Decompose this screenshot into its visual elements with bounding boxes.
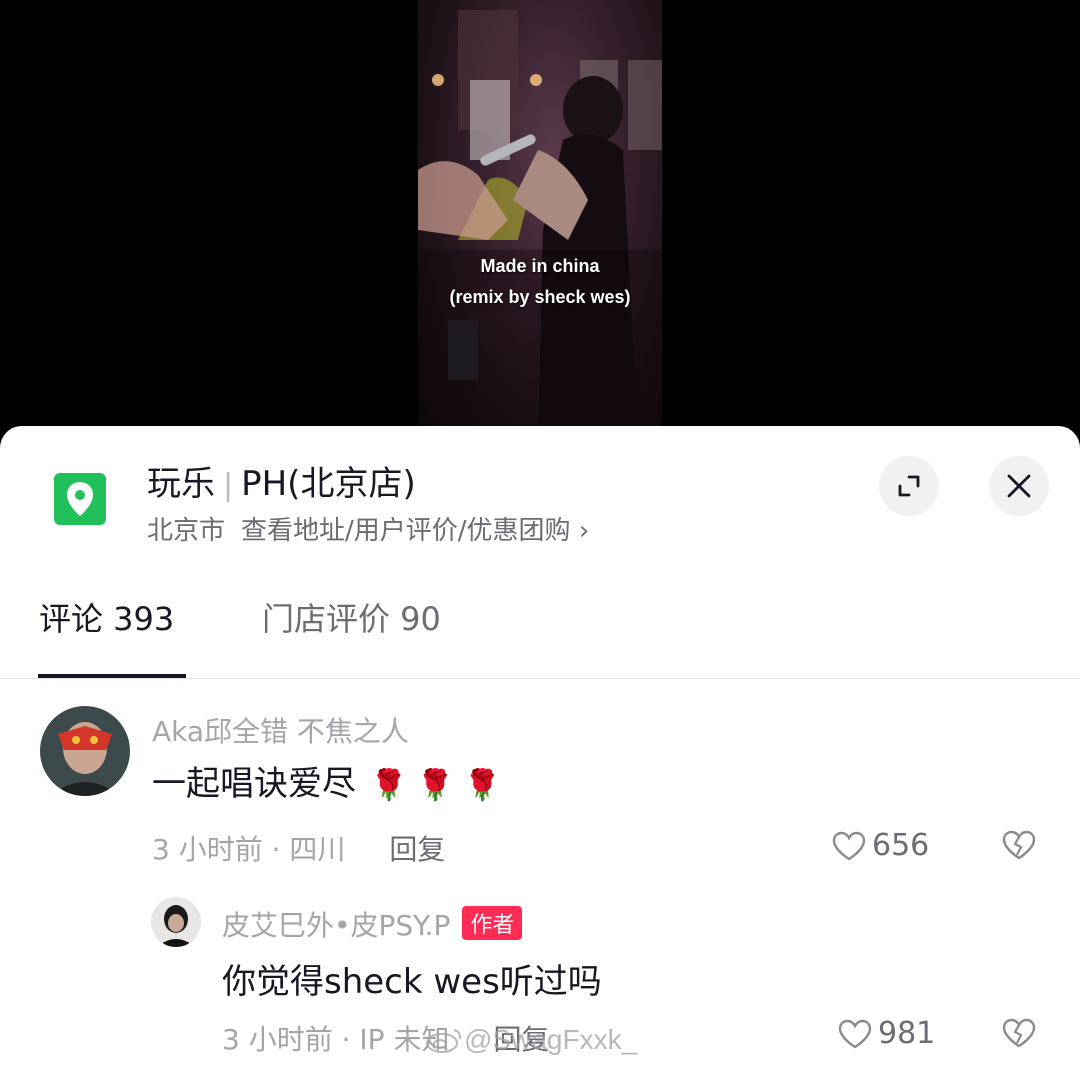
map-pin-icon[interactable] [54, 473, 106, 525]
location-city: 北京市 [147, 516, 226, 546]
dislike-button[interactable] [1002, 1018, 1036, 1052]
comment-username[interactable]: 皮艾巳外•皮PSY.P 作者 [222, 904, 523, 944]
broken-heart-icon [1002, 1018, 1036, 1048]
comments-sheet: 玩乐 | PH(北京店) 北京市 查看地址/用户评价/优惠团购 › 评论 393 门店… [0, 426, 1080, 1072]
comment-meta: 3 小时前 · 四川 回复 [152, 828, 445, 868]
chevron-right-icon: › [578, 516, 590, 546]
close-button[interactable] [989, 456, 1049, 516]
like-count: 981 [878, 1016, 936, 1051]
location-title[interactable]: 玩乐 | PH(北京店) [147, 456, 416, 505]
reply-username: 皮艾巳外•皮PSY.P [222, 909, 451, 942]
avatar[interactable] [40, 706, 130, 796]
tab-comments[interactable]: 评论 393 [39, 594, 174, 640]
broken-heart-icon [1002, 830, 1036, 860]
expand-button[interactable] [879, 456, 939, 516]
expand-icon [898, 475, 920, 497]
reply-button[interactable]: 回复 [389, 833, 445, 866]
comment-text: 你觉得sheck wes听过吗 [222, 962, 602, 1002]
video-frame-image [418, 10, 662, 440]
title-separator: | [223, 468, 234, 503]
comment-time-location: 3 小时前 · 四川 [152, 833, 346, 866]
close-icon [1007, 474, 1031, 498]
location-name: PH(北京店) [241, 464, 416, 504]
tab-store-reviews[interactable]: 门店评价 90 [262, 594, 441, 640]
tab-divider [0, 678, 1080, 679]
watermark: @SwagFxxk_ [424, 1024, 637, 1056]
author-badge: 作者 [462, 906, 523, 940]
video-caption-line-1: Made in china [480, 256, 600, 276]
location-category: 玩乐 [147, 464, 215, 504]
like-button[interactable]: 656 [832, 828, 929, 863]
watermark-text: @SwagFxxk_ [464, 1024, 638, 1055]
comment-username[interactable]: Aka邱全错 不焦之人 [152, 710, 409, 750]
like-count: 656 [872, 828, 930, 863]
like-button[interactable]: 981 [838, 1016, 935, 1051]
video-caption-line-2: (remix by sheck wes) [449, 287, 631, 307]
heart-icon [838, 1019, 872, 1048]
heart-icon [832, 831, 866, 860]
comment-time-location: 3 小时前 · IP 未知 [222, 1023, 450, 1056]
rose-emoji: 🌹 🌹 🌹 [370, 768, 502, 803]
comment-text: 一起唱诀爱尽 🌹 🌹 🌹 [152, 756, 501, 805]
dislike-button[interactable] [1002, 830, 1036, 864]
location-subtitle[interactable]: 北京市 查看地址/用户评价/优惠团购 › [147, 510, 589, 547]
location-details-link[interactable]: 查看地址/用户评价/优惠团购 [241, 516, 571, 546]
video-player[interactable]: Made in china (remix by sheck wes) [418, 0, 662, 440]
avatar[interactable] [151, 897, 201, 947]
weibo-logo-icon [426, 1029, 462, 1053]
comment-body: 一起唱诀爱尽 [152, 764, 356, 804]
